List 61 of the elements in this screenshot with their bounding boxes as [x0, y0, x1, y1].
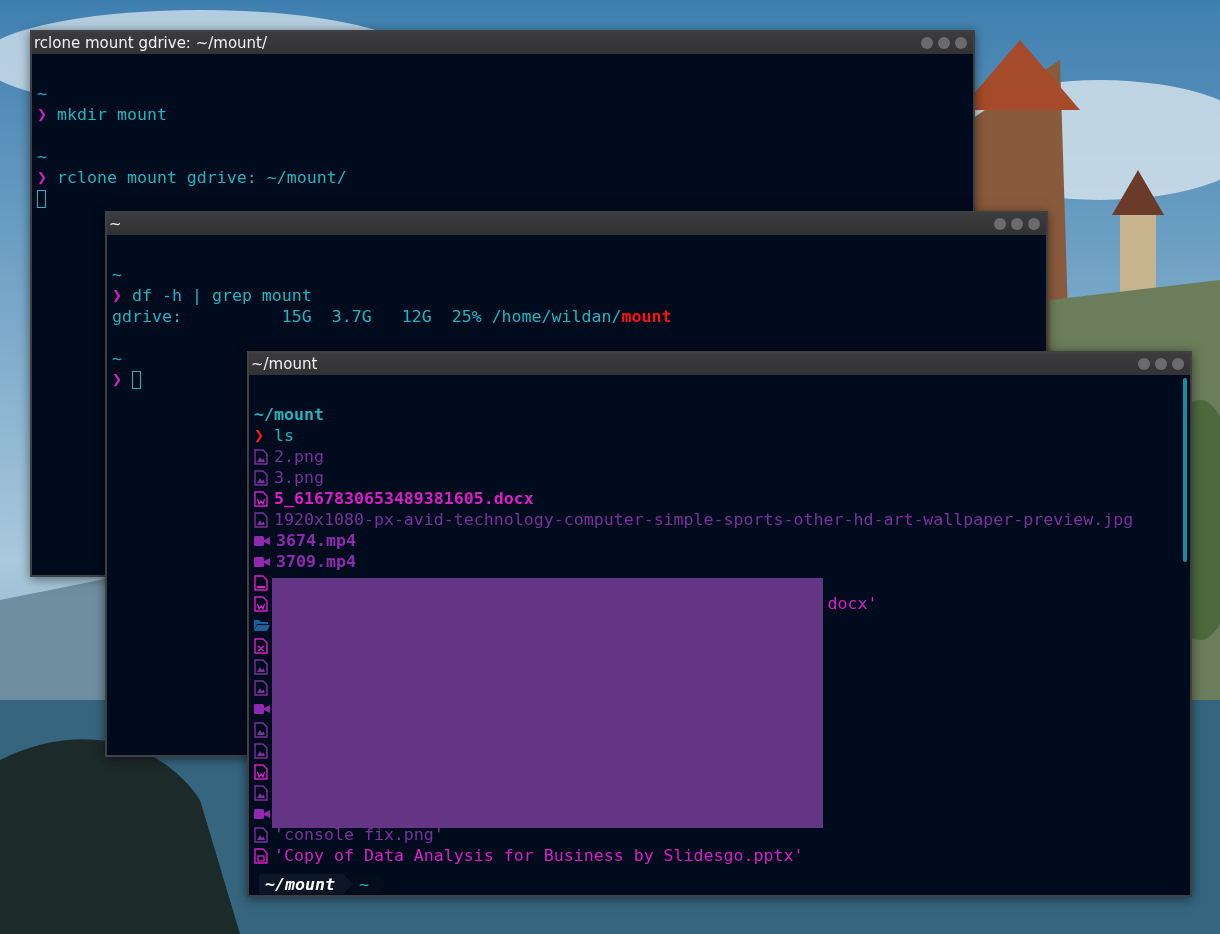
file-name: 1920x1080-px-avid-technology-computer-simple-sports-other-hd-art-wallpaper-preview.jpg	[274, 509, 1134, 530]
image-file-icon	[254, 826, 268, 843]
command-text: mkdir mount	[57, 104, 167, 125]
directory-path: ~	[112, 264, 122, 285]
image-file-icon	[254, 448, 268, 465]
file-name: docx'	[827, 593, 878, 614]
file-name: 'console fix.png'	[274, 824, 444, 845]
file-name: 3709.mp4	[276, 551, 356, 572]
minimize-button[interactable]	[921, 37, 933, 49]
image-file-icon	[254, 469, 268, 486]
directory-path: ~	[112, 348, 122, 369]
maximize-button[interactable]	[1011, 218, 1023, 230]
image-file-icon	[254, 511, 268, 528]
text-cursor	[132, 370, 141, 389]
status-path: ~/mount	[259, 873, 353, 895]
prompt-symbol: ❯	[112, 285, 122, 306]
file-name: 5_6167830653489381605.docx	[274, 488, 534, 509]
image-file-icon	[254, 742, 268, 759]
pdf-file-icon	[254, 574, 268, 591]
prompt-symbol: ❯	[37, 104, 47, 125]
directory-path: ~	[37, 83, 47, 104]
video-icon	[254, 806, 270, 821]
folder-icon	[254, 617, 270, 632]
window-title: ~/mount	[251, 355, 318, 373]
image-file-icon	[254, 721, 268, 738]
presentation-file-icon	[254, 847, 268, 864]
document-file-icon	[254, 490, 268, 507]
file-name: 'Copy of Data Analysis for Business by Slidesgo.pptx'	[274, 845, 804, 866]
close-button[interactable]	[1028, 218, 1040, 230]
document-file-icon	[254, 763, 268, 780]
maximize-button[interactable]	[938, 37, 950, 49]
file-name: 3674.mp4	[276, 530, 356, 551]
command-text: ls	[274, 425, 294, 446]
image-file-icon	[254, 784, 268, 801]
directory-path: ~/mount	[254, 404, 324, 425]
window-title: ~	[109, 215, 122, 233]
document-file-icon	[254, 595, 268, 612]
image-file-icon	[254, 679, 268, 696]
window-title: rclone mount gdrive: ~/mount/	[34, 34, 268, 52]
minimize-button[interactable]	[994, 218, 1006, 230]
close-button[interactable]	[1172, 358, 1184, 370]
video-icon	[254, 701, 270, 716]
close-button[interactable]	[955, 37, 967, 49]
prompt-symbol: ❯	[112, 369, 122, 390]
file-name: 2.png	[274, 446, 324, 467]
minimize-button[interactable]	[1138, 358, 1150, 370]
maximize-button[interactable]	[1155, 358, 1167, 370]
file-name: 3.png	[274, 467, 324, 488]
spreadsheet-file-icon	[254, 637, 268, 654]
video-icon	[254, 554, 270, 569]
directory-path: ~	[37, 146, 47, 167]
prompt-symbol: ❯	[37, 167, 47, 188]
command-text: df -h | grep mount	[132, 285, 312, 306]
text-cursor	[37, 189, 46, 208]
command-output: gdrive: 15G 3.7G 12G 25% /home/wildan/mount	[112, 306, 672, 327]
image-file-icon	[254, 658, 268, 675]
status-home: ~	[352, 873, 387, 895]
prompt-symbol: ❯	[254, 425, 264, 446]
command-text: rclone mount gdrive: ~/mount/	[57, 167, 347, 188]
scrollbar[interactable]	[1183, 378, 1187, 562]
video-icon	[254, 533, 270, 548]
